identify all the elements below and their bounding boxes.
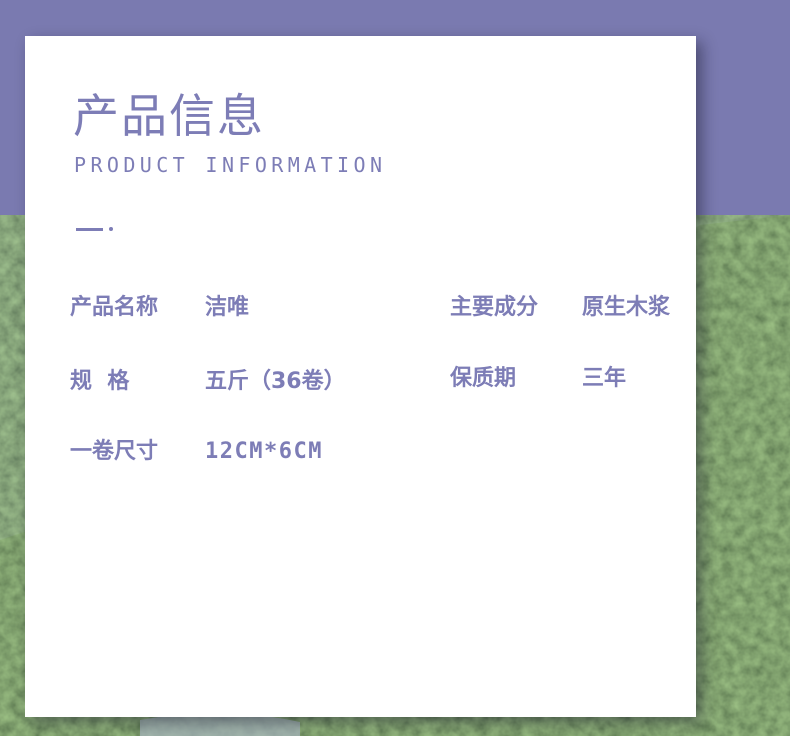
spec-label-spec: 规 格 — [70, 369, 130, 394]
decorative-dash — [76, 228, 103, 231]
page-subtitle: PRODUCT INFORMATION — [74, 153, 387, 177]
spec-value-ingredient: 原生木浆 — [582, 295, 671, 320]
spec-value-shelf-life: 三年 — [582, 366, 627, 391]
product-info-card: 产品信息 PRODUCT INFORMATION 产品名称 洁唯 主要成分 原生… — [25, 36, 696, 717]
spec-label-roll-size: 一卷尺寸 — [70, 439, 159, 464]
spec-value-spec: 五斤（36卷） — [205, 369, 346, 394]
spec-value-roll-size: 12CM*6CM — [205, 439, 323, 464]
page-title: 产品信息 — [73, 89, 265, 143]
decorative-dot — [109, 227, 113, 231]
spec-label-shelf-life: 保质期 — [450, 366, 517, 391]
spec-label-ingredient: 主要成分 — [450, 295, 539, 320]
spec-label-name: 产品名称 — [70, 295, 159, 320]
spec-value-name: 洁唯 — [205, 295, 250, 320]
